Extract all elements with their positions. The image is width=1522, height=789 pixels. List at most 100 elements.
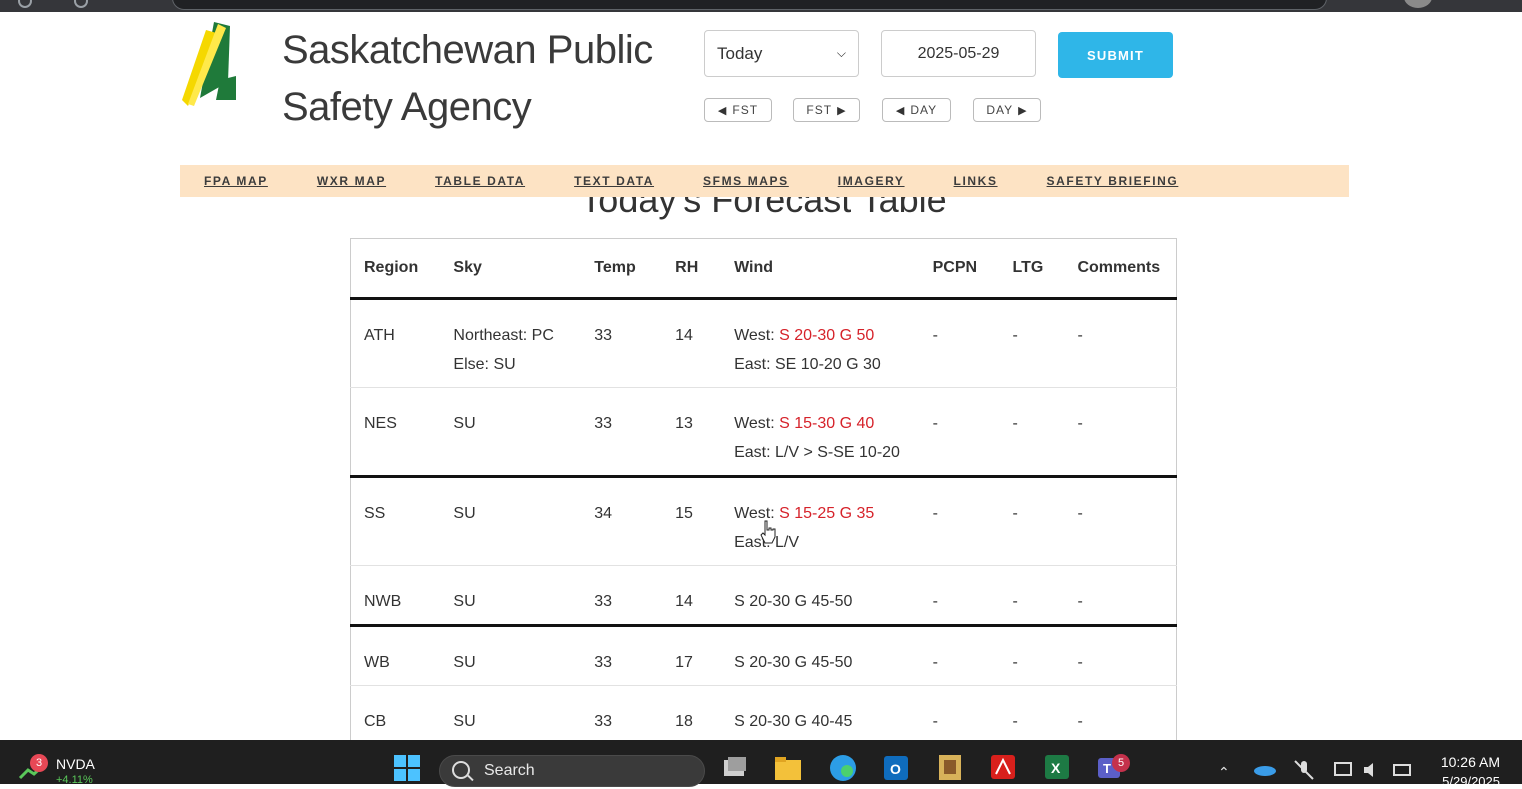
- taskbar-search[interactable]: Search: [439, 755, 705, 787]
- search-icon: [452, 761, 470, 779]
- next-forecast-label: FST: [806, 103, 833, 117]
- cell-temp: 33: [594, 713, 613, 730]
- teams-notification-badge: 5: [1112, 754, 1130, 772]
- sky-line: Northeast: PC: [453, 327, 554, 344]
- next-forecast-button[interactable]: FST ▶: [793, 98, 860, 122]
- agency-title-line2: Safety Agency: [282, 85, 532, 129]
- stock-widget[interactable]: 3 NVDA +4.11%: [18, 754, 108, 786]
- battery-icon[interactable]: [1392, 760, 1414, 780]
- agency-title-line1: Saskatchewan Public: [282, 28, 653, 72]
- cell-region: ATH: [350, 298, 441, 388]
- cell-ltg: -: [999, 387, 1065, 478]
- nav-fpa-map[interactable]: FPA MAP: [204, 174, 268, 188]
- table-row: NWB SU 33 14 S 20-30 G 45-50 - - -: [350, 565, 1177, 627]
- cell-comments: -: [1077, 713, 1083, 730]
- spsa-logo-icon: [182, 22, 236, 106]
- col-header-region: Region: [350, 238, 441, 300]
- network-icon[interactable]: [1333, 760, 1355, 780]
- hand-cursor-icon: [760, 520, 776, 544]
- cell-wind: West: S 15-30 G 40 East: L/V > S-SE 10-20: [721, 387, 920, 478]
- table-row: NES SU 33 13 West: S 15-30 G 40 East: L/V…: [350, 387, 1177, 478]
- period-select[interactable]: Today ⌵: [704, 30, 859, 77]
- next-day-button[interactable]: DAY ▶: [973, 98, 1041, 122]
- back-icon[interactable]: [18, 0, 32, 8]
- acrobat-icon[interactable]: [988, 752, 1018, 782]
- triangle-right-icon: ▶: [837, 104, 847, 117]
- nav-wxr-map[interactable]: WXR MAP: [317, 174, 386, 188]
- wind-label: West:: [734, 415, 780, 432]
- cell-wind: S 20-30 G 45-50: [721, 565, 920, 627]
- outlook-icon[interactable]: O: [880, 752, 910, 782]
- cell-region: CB: [364, 713, 387, 730]
- cell-region: NWB: [350, 565, 441, 627]
- cell-comments: -: [1064, 565, 1177, 627]
- cell-wind: West: S 15-25 G 35 East: L/V: [721, 476, 920, 566]
- svg-text:T: T: [1103, 761, 1111, 776]
- forecast-table: Region Sky Temp RH Wind PCPN LTG Comment…: [350, 238, 1177, 740]
- edge-browser-icon[interactable]: [828, 752, 858, 782]
- cell-sky: SU: [440, 476, 582, 566]
- cell-rh: 18: [675, 713, 693, 730]
- nav-imagery[interactable]: IMAGERY: [838, 174, 905, 188]
- cell-ltg: -: [999, 565, 1065, 627]
- cell-temp: 34: [581, 476, 663, 566]
- taskbar: 3 NVDA +4.11% Search O X T 5 ⌃ 10:26 AM …: [0, 740, 1522, 789]
- cell-rh: 15: [662, 476, 722, 566]
- cell-region: WB: [350, 625, 441, 686]
- col-header-sky: Sky: [440, 238, 582, 300]
- cell-temp: 33: [581, 565, 663, 627]
- cell-sky: SU: [440, 387, 582, 478]
- stock-badge: 3: [30, 754, 48, 772]
- cell-temp: 33: [581, 625, 663, 686]
- date-input[interactable]: 2025-05-29: [881, 30, 1036, 77]
- prev-day-button[interactable]: ◀ DAY: [882, 98, 951, 122]
- cell-ltg: -: [1012, 713, 1018, 730]
- clock-time[interactable]: 10:26 AM: [1430, 754, 1500, 770]
- address-bar[interactable]: [172, 0, 1327, 10]
- nav-table-data[interactable]: TABLE DATA: [435, 174, 525, 188]
- search-placeholder: Search: [484, 762, 535, 779]
- stock-change: +4.11%: [56, 774, 93, 786]
- cell-ltg: -: [999, 476, 1065, 566]
- onedrive-cloud-icon[interactable]: [1253, 762, 1277, 776]
- svg-text:O: O: [890, 761, 901, 777]
- col-header-pcpn: PCPN: [919, 238, 1000, 300]
- reload-icon[interactable]: [74, 0, 88, 8]
- profile-avatar[interactable]: [1404, 0, 1432, 8]
- cell-rh: 13: [662, 387, 722, 478]
- nav-sfms-maps[interactable]: SFMS MAPS: [703, 174, 789, 188]
- cell-temp: 33: [581, 387, 663, 478]
- web-page: Saskatchewan Public Safety Agency Today …: [0, 12, 1522, 740]
- next-day-label: DAY: [986, 103, 1014, 117]
- table-row: ATH Northeast: PC Else: SU 33 14 West: S …: [350, 298, 1177, 388]
- prev-forecast-button[interactable]: ◀ FST: [704, 98, 772, 122]
- mic-muted-icon[interactable]: [1292, 758, 1316, 782]
- cell-temp: 33: [581, 298, 663, 388]
- excel-icon[interactable]: X: [1042, 752, 1072, 782]
- file-explorer-icon[interactable]: [773, 752, 803, 782]
- cell-sky: SU: [440, 565, 582, 627]
- nav-links[interactable]: LINKS: [954, 174, 998, 188]
- browser-toolbar: [0, 0, 1522, 12]
- nav-text-data[interactable]: TEXT DATA: [574, 174, 654, 188]
- task-view-icon[interactable]: [720, 752, 750, 782]
- table-header-row: Region Sky Temp RH Wind PCPN LTG Comment…: [350, 238, 1177, 300]
- col-header-temp: Temp: [581, 238, 663, 300]
- nav-safety-briefing[interactable]: SAFETY BRIEFING: [1047, 174, 1179, 188]
- chevron-up-icon[interactable]: ⌃: [1218, 764, 1230, 781]
- stock-ticker: NVDA: [56, 756, 95, 772]
- triangle-left-icon: ◀: [717, 104, 728, 117]
- wind-east: East: SE 10-20 G 30: [734, 356, 881, 373]
- submit-button[interactable]: SUBMIT: [1058, 32, 1173, 78]
- volume-icon[interactable]: [1362, 760, 1384, 780]
- cell-comments: -: [1064, 298, 1177, 388]
- wind-value: S 15-30 G 40: [779, 415, 875, 432]
- prev-forecast-label: FST: [732, 103, 759, 117]
- crest-app-icon[interactable]: [935, 752, 965, 782]
- windows-start-icon[interactable]: [392, 752, 422, 782]
- wind-east: East: L/V > S-SE 10-20: [734, 444, 900, 461]
- cell-region: NES: [350, 387, 441, 478]
- cell-pcpn: -: [919, 625, 1000, 686]
- clock-date[interactable]: 5/29/2025: [1430, 774, 1500, 789]
- wind-value: S 20-30 G 50: [779, 327, 875, 344]
